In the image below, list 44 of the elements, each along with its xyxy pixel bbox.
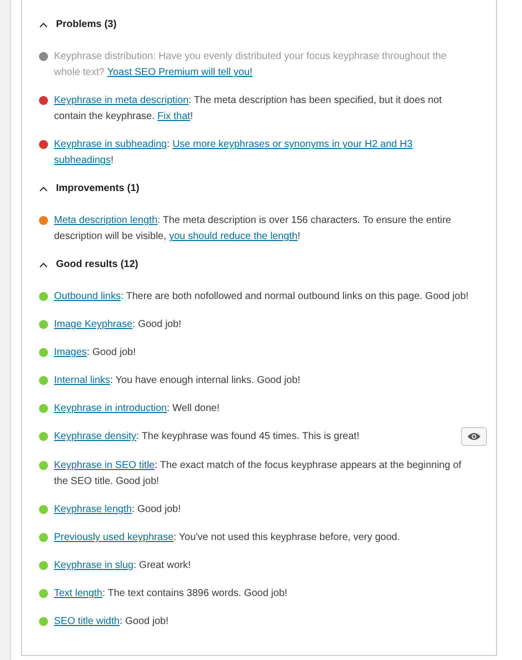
result-link[interactable]: Image Keyphrase — [54, 319, 132, 330]
result-link[interactable]: Keyphrase in introduction — [54, 403, 167, 414]
result-link[interactable]: SEO title width — [54, 616, 120, 627]
caret-icon[interactable] — [39, 186, 48, 192]
result-text: Keyphrase in SEO title: The exact match of the focus keyphrase appears at the beginning of the SEO title. Good job! — [54, 459, 462, 489]
result-text: Keyphrase length: Good job! — [54, 503, 182, 517]
result-link[interactable]: Internal links — [54, 375, 110, 386]
section-heading[interactable]: Problems (3) — [56, 17, 117, 32]
result-link[interactable]: Keyphrase density — [54, 431, 136, 442]
result-link[interactable]: Meta description length — [54, 215, 158, 226]
result-text: Previously used keyphrase: You've not used this keyphrase before, very good. — [54, 531, 402, 545]
caret-icon[interactable] — [39, 22, 48, 28]
result-text: Keyphrase distribution: Have you evenly distributed your focus keyphrase throughout the whole text? Yoast SEO Premium will tell you! — [54, 50, 448, 80]
result-text: SEO title width: Good job! — [54, 615, 170, 629]
result-text: Outbound links: There are both nofollowed and normal outbound links on this page. Good job! — [54, 290, 469, 304]
result-link[interactable]: Keyphrase in SEO title — [54, 460, 155, 471]
result-link[interactable]: Text length — [54, 588, 102, 599]
result-link[interactable]: Outbound links — [54, 291, 121, 302]
result-link[interactable]: Keyphrase in subheading — [54, 139, 167, 150]
result-link[interactable]: you should reduce the length — [169, 231, 298, 242]
result-link[interactable]: Yoast SEO Premium will tell you! — [107, 67, 252, 78]
result-text: Keyphrase in subheading: Use more keyphrases or synonyms in your H2 and H3 subheadings! — [54, 138, 414, 168]
result-text: Keyphrase in slug: Great work! — [54, 559, 192, 573]
result-text: Meta description length: The meta description is over 156 characters. To ensure the entire description will be visible, you should reduce the length! — [54, 214, 452, 244]
result-link[interactable]: subheadings — [54, 155, 111, 166]
result-link[interactable]: Keyphrase length — [54, 504, 132, 515]
result-link[interactable]: Keyphrase in meta description — [54, 95, 189, 106]
highlight-button[interactable] — [461, 427, 487, 446]
eye-icon — [467, 432, 481, 441]
result-text: Image Keyphrase: Good job! — [54, 318, 182, 332]
result-text: Keyphrase in introduction: Well done! — [54, 402, 220, 416]
caret-icon[interactable] — [39, 262, 48, 268]
result-text: Internal links: You have enough internal links. Good job! — [54, 374, 302, 388]
result-text: Keyphrase in meta description: The meta description has been specified, but it does not contain the keyphrase. Fix that! — [54, 94, 443, 124]
result-link[interactable]: Images — [54, 347, 87, 358]
section-heading[interactable]: Good results (12) — [56, 257, 138, 272]
result-text: Text length: The text contains 3896 words. Good job! — [54, 587, 288, 601]
result-link[interactable]: Previously used keyphrase — [54, 532, 174, 543]
result-link[interactable]: Use more keyphrases or synonyms in your H2 and H3 — [172, 139, 413, 150]
result-text: Images: Good job! — [54, 346, 137, 360]
result-link[interactable]: Keyphrase in slug — [54, 560, 134, 571]
result-link[interactable]: Fix that — [157, 111, 190, 122]
result-text: Keyphrase density: The keyphrase was found 45 times. This is great! — [54, 430, 360, 444]
section-heading[interactable]: Improvements (1) — [56, 181, 140, 196]
